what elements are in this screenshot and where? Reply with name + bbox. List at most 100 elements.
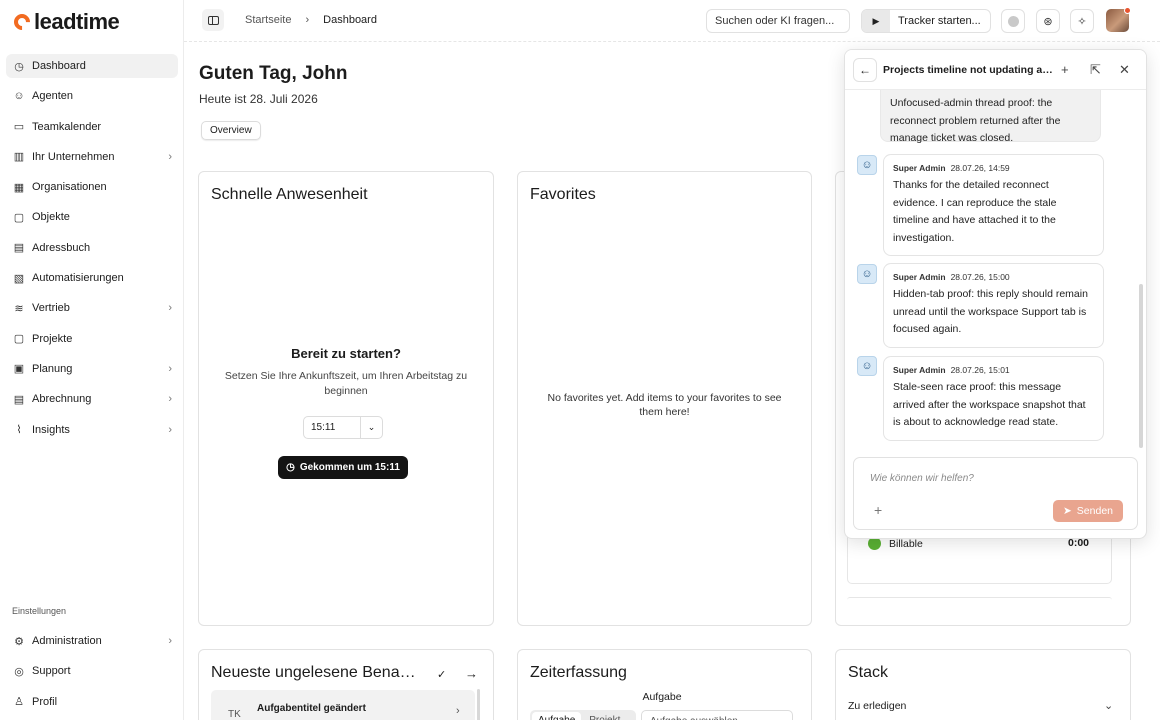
breadcrumb-separator-icon: › xyxy=(305,14,310,26)
insights-icon: ⌇ xyxy=(16,424,22,437)
send-button[interactable]: ➤ Senden xyxy=(1053,500,1123,522)
notifications-scrollbar[interactable] xyxy=(477,689,480,720)
sidebar-item-label: Organisationen xyxy=(32,181,107,194)
check-in-button[interactable]: ◷ Gekommen um 15:11 xyxy=(278,456,408,479)
favorites-empty-text: No favorites yet. Add items to your favo… xyxy=(547,392,782,418)
sidebar-item-support[interactable]: ◎ Support xyxy=(6,659,178,683)
mark-read-icon[interactable]: ✓ xyxy=(437,668,446,681)
attendance-title: Schnelle Anwesenheit xyxy=(211,186,368,203)
settings-icon: ⚙ xyxy=(14,635,24,648)
user-icon: ♙ xyxy=(14,696,24,709)
sidebar-item-abrechnung[interactable]: ▤ Abrechnung › xyxy=(6,387,178,411)
record-icon xyxy=(1007,15,1019,27)
sidebar-item-adressbuch[interactable]: ▤ Adressbuch xyxy=(6,236,178,260)
task-select[interactable]: Aufgabe auswählen xyxy=(641,710,793,720)
breadcrumb: Startseite › Dashboard xyxy=(245,14,377,26)
dashboard-icon: ◷ xyxy=(14,60,24,73)
sidebar-item-teamkalender[interactable]: ▭ Teamkalender xyxy=(6,115,178,139)
company-icon: ▥ xyxy=(13,151,25,164)
stack-section-todo[interactable]: Zu erledigen xyxy=(848,700,906,712)
stack-title: Stack xyxy=(848,664,889,681)
check-in-label: Gekommen um 15:11 xyxy=(299,462,400,473)
back-button[interactable]: ← xyxy=(853,58,877,82)
tracker-label: Tracker starten... xyxy=(898,15,981,27)
play-icon: ▶ xyxy=(862,10,890,32)
task-field-label: Aufgabe xyxy=(642,691,682,703)
calendar-icon: ▭ xyxy=(13,121,25,134)
sidebar-item-label: Objekte xyxy=(32,211,70,224)
breadcrumb-current: Dashboard xyxy=(323,14,377,26)
arrival-time-select[interactable]: 15:11 ⌄ xyxy=(303,416,383,439)
search-input[interactable]: Suchen oder KI fragen... xyxy=(706,9,850,33)
objects-icon: ▢ xyxy=(13,211,25,224)
breadcrumb-home[interactable]: Startseite xyxy=(245,14,291,26)
sidebar-item-profil[interactable]: ♙ Profil xyxy=(6,690,178,714)
stack-card: Stack Zu erledigen ⌄ xyxy=(835,649,1131,720)
chevron-right-icon: › xyxy=(168,362,172,375)
sidebar-item-agenten[interactable]: ☺ Agenten xyxy=(6,84,178,108)
chat-composer[interactable]: Wie können wir helfen? + ➤ Senden xyxy=(853,457,1138,530)
notifications-card: Neueste ungelesene Benachrichtigungen ✓ … xyxy=(198,649,494,720)
sparkle-icon: ✧ xyxy=(1077,15,1087,28)
chevron-right-icon: › xyxy=(168,635,172,647)
message-time: 28.07.26, 14:59 xyxy=(950,163,1010,173)
arrow-right-icon[interactable]: → xyxy=(465,666,478,681)
chevron-down-icon[interactable]: ⌄ xyxy=(1104,699,1113,712)
logo[interactable]: leadtime xyxy=(10,9,120,35)
message-time: 28.07.26, 15:00 xyxy=(950,272,1010,282)
sidebar-item-label: Automatisierungen xyxy=(32,272,124,285)
record-button[interactable] xyxy=(1001,9,1025,33)
plus-icon[interactable]: + xyxy=(1061,62,1069,77)
agents-icon: ☺ xyxy=(13,90,25,103)
topbar: Startseite › Dashboard Suchen oder KI fr… xyxy=(184,0,1160,42)
sidebar-item-organisationen[interactable]: ▦ Organisationen xyxy=(6,175,178,199)
sidebar-item-unternehmen[interactable]: ▥ Ihr Unternehmen › xyxy=(6,145,178,169)
chevron-down-icon: ⌄ xyxy=(360,417,382,438)
notification-initials: TK xyxy=(228,709,241,720)
organisations-icon: ▦ xyxy=(13,181,25,194)
message-text: Stale-seen race proof: this message arri… xyxy=(893,381,1086,428)
ai-assistant-button[interactable]: ✧ xyxy=(1070,9,1094,33)
chevron-right-icon: › xyxy=(168,150,172,163)
chat-scrollbar[interactable] xyxy=(1139,284,1143,448)
address-book-icon: ▤ xyxy=(13,242,25,255)
automation-icon: ▧ xyxy=(13,272,25,285)
attendance-heading: Bereit zu starten? xyxy=(291,346,401,361)
notification-item[interactable]: TK Aufgabentitel geändert › xyxy=(211,690,475,720)
chat-input-placeholder[interactable]: Wie können wir helfen? xyxy=(870,473,974,484)
clock-icon: ◷ xyxy=(286,462,295,473)
planning-icon: ▣ xyxy=(13,363,25,376)
sidebar-item-projekte[interactable]: ▢ Projekte xyxy=(6,327,178,351)
sidebar-item-label: Ihr Unternehmen xyxy=(32,150,115,163)
attach-plus-icon[interactable]: + xyxy=(874,502,882,518)
chat-title: Projects timeline not updating after rec… xyxy=(883,64,1053,76)
sales-icon: ≋ xyxy=(14,302,24,315)
avatar[interactable] xyxy=(1106,7,1131,32)
message-time: 28.07.26, 15:01 xyxy=(950,365,1010,375)
sidebar-item-dashboard[interactable]: ◷ Dashboard xyxy=(6,54,178,78)
sidebar-item-vertrieb[interactable]: ≋ Vertrieb › xyxy=(6,296,178,320)
chevron-right-icon: › xyxy=(168,393,172,406)
sidebar-bottom-nav: ⚙ Administration › ◎ Support ♙ Profil xyxy=(6,629,178,720)
segment-task[interactable]: Aufgabe xyxy=(532,712,582,720)
sidebar-item-insights[interactable]: ⌇ Insights › xyxy=(6,418,178,442)
sidebar-item-planung[interactable]: ▣ Planung › xyxy=(6,357,178,381)
support-chat-button[interactable]: ⊛ xyxy=(1036,9,1060,33)
sidebar-item-label: Dashboard xyxy=(32,60,86,72)
close-icon[interactable]: ✕ xyxy=(1119,62,1130,78)
arrival-time-value: 15:11 xyxy=(311,422,336,433)
tracker-start-button[interactable]: ▶ Tracker starten... xyxy=(861,9,991,33)
date-subtitle: Heute ist 28. Juli 2026 xyxy=(199,92,318,106)
sidebar-item-administration[interactable]: ⚙ Administration › xyxy=(6,629,178,653)
sidebar-item-automatisierungen[interactable]: ▧ Automatisierungen xyxy=(6,266,178,290)
sidebar-item-label: Projekte xyxy=(32,332,73,345)
notification-dot xyxy=(1124,7,1131,14)
sidebar-item-objekte[interactable]: ▢ Objekte xyxy=(6,205,178,229)
message-text: Hidden-tab proof: this reply should rema… xyxy=(893,288,1088,335)
sidebar-toggle-button[interactable] xyxy=(202,9,224,31)
support-chat-panel: ← Projects timeline not updating after r… xyxy=(844,49,1147,539)
tab-overview[interactable]: Overview xyxy=(201,121,261,140)
page-title: Guten Tag, John xyxy=(199,63,348,84)
open-external-icon[interactable]: ⇱ xyxy=(1090,62,1101,78)
segment-project[interactable]: Projekt xyxy=(585,712,624,720)
